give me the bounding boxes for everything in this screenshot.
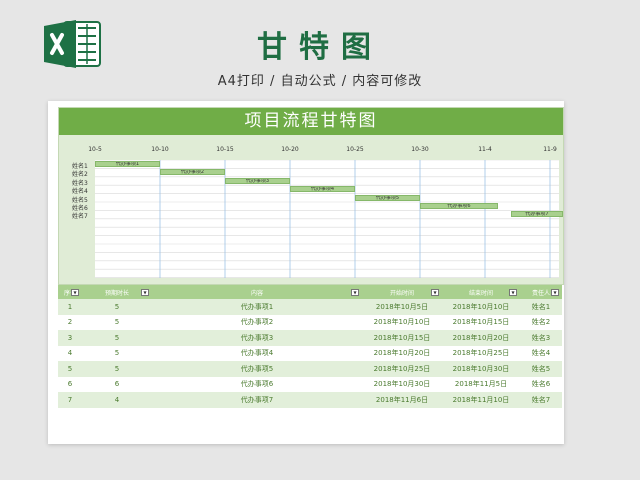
cell-content[interactable]: 代办事项5 <box>152 361 362 377</box>
cell-start[interactable]: 2018年10月15日 <box>362 330 442 346</box>
page-subtitle: A4打印 / 自动公式 / 内容可修改 <box>217 74 423 89</box>
cell-content[interactable]: 代办事项6 <box>152 376 362 392</box>
cell-owner[interactable]: 姓名2 <box>520 314 562 330</box>
column-header-content[interactable]: 内容 ▼ <box>152 285 362 299</box>
cell-index[interactable]: 1 <box>58 299 82 315</box>
cell-content[interactable]: 代办事项4 <box>152 345 362 361</box>
filter-dropdown-icon[interactable]: ▼ <box>551 289 559 296</box>
cell-start[interactable]: 2018年10月20日 <box>362 345 442 361</box>
date-tick-label: 11-4 <box>478 146 492 153</box>
filter-dropdown-icon[interactable]: ▼ <box>141 289 149 296</box>
cell-duration[interactable]: 5 <box>82 330 152 346</box>
cell-end[interactable]: 2018年10月30日 <box>442 361 520 377</box>
cell-index[interactable]: 3 <box>58 330 82 346</box>
table-header-row: 序号 ▼ 预期时长 ▼ 内容 ▼ 开始时间 ▼ 结束时间 ▼ 责任人 ▼ <box>58 285 562 299</box>
cell-end[interactable]: 2018年10月25日 <box>442 345 520 361</box>
cell-duration[interactable]: 5 <box>82 314 152 330</box>
cell-duration[interactable]: 4 <box>82 392 152 408</box>
cell-owner[interactable]: 姓名6 <box>520 376 562 392</box>
cell-content[interactable]: 代办事项1 <box>152 299 362 315</box>
cell-end[interactable]: 2018年11月10日 <box>442 392 520 408</box>
filter-dropdown-icon[interactable]: ▼ <box>509 289 517 296</box>
date-tick-label: 10-15 <box>216 146 234 153</box>
cell-content[interactable]: 代办事项2 <box>152 314 362 330</box>
gantt-panel: 项目流程甘特图 10-5 10-10 10-15 10-20 10-25 10-30 11-… <box>58 107 564 285</box>
cell-index[interactable]: 7 <box>58 392 82 408</box>
table-row: 6 6 代办事项6 2018年10月30日 2018年11月5日 姓名6 <box>58 376 562 392</box>
column-header-end[interactable]: 结束时间 ▼ <box>442 285 520 299</box>
cell-start[interactable]: 2018年10月25日 <box>362 361 442 377</box>
cell-index[interactable]: 2 <box>58 314 82 330</box>
gantt-task-bar[interactable]: 代办事项4 <box>290 186 355 193</box>
cell-duration[interactable]: 5 <box>82 361 152 377</box>
cell-end[interactable]: 2018年10月15日 <box>442 314 520 330</box>
cell-index[interactable]: 4 <box>58 345 82 361</box>
date-tick-label: 10-5 <box>88 146 102 153</box>
date-tick-label: 10-10 <box>151 146 169 153</box>
gantt-plot-area: 代办事项1 代办事项2 代办事项3 代办事项4 代办事项5 代办事项6 代办事项7 <box>95 160 563 278</box>
table-row: 1 5 代办事项1 2018年10月5日 2018年10月10日 姓名1 <box>58 299 562 315</box>
filter-dropdown-icon[interactable]: ▼ <box>351 289 359 296</box>
cell-start[interactable]: 2018年10月5日 <box>362 299 442 315</box>
table-row: 7 4 代办事项7 2018年11月6日 2018年11月10日 姓名7 <box>58 392 562 408</box>
gantt-task-bar[interactable]: 代办事项6 <box>420 203 498 209</box>
cell-owner[interactable]: 姓名3 <box>520 330 562 346</box>
cell-end[interactable]: 2018年10月10日 <box>442 299 520 315</box>
gantt-task-bar[interactable]: 代办事项3 <box>225 177 290 184</box>
table-row: 4 5 代办事项4 2018年10月20日 2018年10月25日 姓名4 <box>58 345 562 361</box>
gantt-chart-title: 项目流程甘特图 <box>59 108 563 135</box>
cell-end[interactable]: 2018年11月5日 <box>442 376 520 392</box>
column-header-owner[interactable]: 责任人 ▼ <box>520 285 562 299</box>
gantt-grid <box>95 160 559 278</box>
spreadsheet-sheet: 项目流程甘特图 10-5 10-10 10-15 10-20 10-25 10-30 11-… <box>48 101 564 444</box>
column-header-index[interactable]: 序号 ▼ <box>58 285 82 299</box>
cell-owner[interactable]: 姓名7 <box>520 392 562 408</box>
cell-owner[interactable]: 姓名5 <box>520 361 562 377</box>
date-tick-label: 10-20 <box>281 146 299 153</box>
filter-dropdown-icon[interactable]: ▼ <box>431 289 439 296</box>
cell-duration[interactable]: 5 <box>82 299 152 315</box>
cell-owner[interactable]: 姓名1 <box>520 299 562 315</box>
cell-index[interactable]: 6 <box>58 376 82 392</box>
cell-duration[interactable]: 5 <box>82 345 152 361</box>
table-row: 3 5 代办事项3 2018年10月15日 2018年10月20日 姓名3 <box>58 330 562 346</box>
task-table: 序号 ▼ 预期时长 ▼ 内容 ▼ 开始时间 ▼ 结束时间 ▼ 责任人 ▼ 1 5 代办事项1… <box>58 285 562 408</box>
filter-dropdown-icon[interactable]: ▼ <box>71 289 79 296</box>
gantt-task-bar[interactable]: 代办事项1 <box>95 161 160 167</box>
date-tick-label: 10-25 <box>346 146 364 153</box>
column-header-start[interactable]: 开始时间 ▼ <box>362 285 442 299</box>
cell-start[interactable]: 2018年10月10日 <box>362 314 442 330</box>
cell-duration[interactable]: 6 <box>82 376 152 392</box>
cell-end[interactable]: 2018年10月20日 <box>442 330 520 346</box>
date-tick-label: 11-9 <box>543 146 557 153</box>
cell-start[interactable]: 2018年11月6日 <box>362 392 442 408</box>
cell-content[interactable]: 代办事项7 <box>152 392 362 408</box>
cell-owner[interactable]: 姓名4 <box>520 345 562 361</box>
cell-content[interactable]: 代办事项3 <box>152 330 362 346</box>
column-header-duration[interactable]: 预期时长 ▼ <box>82 285 152 299</box>
table-row: 2 5 代办事项2 2018年10月10日 2018年10月15日 姓名2 <box>58 314 562 330</box>
name-tick-label: 姓名7 <box>72 213 88 221</box>
gantt-task-bar[interactable]: 代办事项2 <box>160 169 225 176</box>
cell-start[interactable]: 2018年10月30日 <box>362 376 442 392</box>
page-title: 甘特图 <box>257 30 383 65</box>
gantt-task-bar[interactable]: 代办事项7 <box>511 211 563 218</box>
date-tick-label: 10-30 <box>411 146 429 153</box>
table-row: 5 5 代办事项5 2018年10月25日 2018年10月30日 姓名5 <box>58 361 562 377</box>
gantt-task-bar[interactable]: 代办事项5 <box>355 194 420 201</box>
cell-index[interactable]: 5 <box>58 361 82 377</box>
